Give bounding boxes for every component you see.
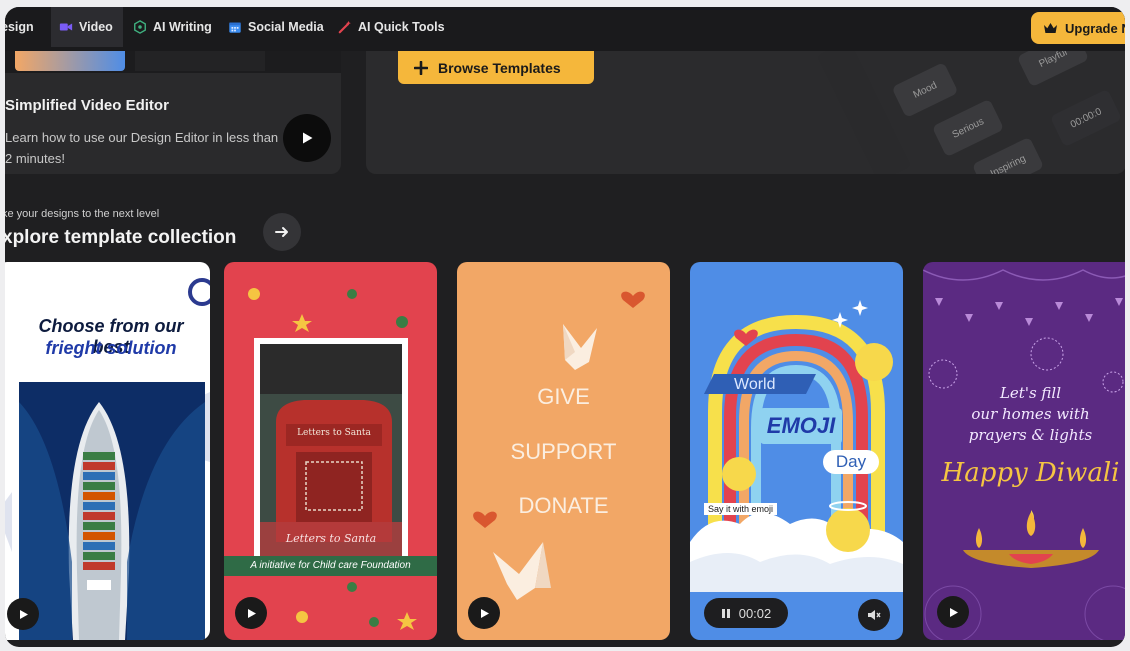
section-title: xplore template collection	[5, 227, 237, 248]
play-template-button[interactable]	[937, 596, 969, 628]
template-card-freight[interactable]: Choose from our best frieght solution	[5, 262, 210, 640]
diwali-line-1: Let's fill	[999, 384, 1062, 402]
mute-button[interactable]	[858, 599, 890, 631]
play-icon	[480, 608, 489, 618]
mock-key-inspiring: Inspiring	[971, 136, 1045, 174]
freight-subheadline: frieght solution	[45, 338, 177, 358]
play-icon	[247, 608, 256, 618]
play-video-button[interactable]	[283, 114, 331, 162]
top-nav: esign Video AI Writing Social Media AI Q…	[5, 7, 1125, 51]
mock-key-mood: Mood	[891, 62, 959, 118]
nav-item-label: AI Writing	[153, 20, 212, 34]
mailbox-label: Letters to Santa	[297, 428, 371, 438]
support-word-give: GIVE	[537, 384, 590, 409]
nav-item-label: AI Quick Tools	[358, 20, 445, 34]
nav-item-label: Video	[79, 20, 113, 34]
nav-item-ai-quick-tools[interactable]: AI Quick Tools	[338, 7, 445, 47]
app-frame: esign Video AI Writing Social Media AI Q…	[5, 7, 1125, 647]
diwali-line-3: prayers & lights	[968, 426, 1093, 444]
video-timer-pill[interactable]: 00:02	[704, 598, 788, 628]
video-card-title: Simplified Video Editor	[5, 97, 169, 114]
play-icon	[19, 609, 28, 619]
diwali-line-2: our homes with	[971, 405, 1090, 423]
nav-item-design[interactable]: esign	[5, 7, 51, 47]
crown-icon	[1044, 23, 1057, 33]
nav-item-ai-writing[interactable]: AI Writing	[133, 7, 212, 47]
santa-banner: A initiative for Child care Foundation	[250, 560, 411, 571]
nav-item-video[interactable]: Video	[51, 7, 123, 47]
calendar-icon	[229, 22, 241, 33]
mock-key-playful: Playful	[1016, 51, 1090, 88]
explore-arrow-button[interactable]	[263, 213, 301, 251]
play-icon	[949, 607, 958, 617]
video-thumbnail	[5, 51, 341, 73]
pause-icon	[721, 608, 730, 618]
nav-item-social-media[interactable]: Social Media	[228, 7, 324, 47]
support-word-support: SUPPORT	[510, 439, 617, 464]
santa-caption: Letters to Santa	[285, 532, 377, 545]
browse-templates-button[interactable]: Browse Templates	[398, 51, 594, 84]
plus-icon	[414, 60, 428, 75]
support-word-donate: DONATE	[518, 493, 609, 518]
browse-templates-label: Browse Templates	[438, 59, 561, 76]
template-card-santa[interactable]: Letters to Santa Letters to Santa A init…	[224, 262, 437, 640]
mute-icon	[868, 610, 881, 620]
template-card-emoji[interactable]: World EMOJI Day Say it with emoji 00:02	[690, 262, 903, 640]
template-card-diwali[interactable]: Let's fill our homes with prayers & ligh…	[923, 262, 1125, 640]
play-icon	[303, 132, 313, 144]
emoji-title-label: EMOJI	[760, 408, 842, 444]
emoji-day-label: Day	[823, 450, 879, 474]
emoji-say-label: Say it with emoji	[704, 503, 778, 515]
emoji-world-label: World	[734, 376, 776, 393]
editor-mockup-illustration: Mood Playful Serious Inspiring 00:00:0	[817, 51, 1125, 174]
mock-key-timecode: 00:00:0	[1049, 88, 1123, 148]
nav-item-label: Social Media	[248, 20, 324, 34]
upgrade-label: Upgrade N	[1065, 20, 1125, 36]
arrow-right-icon	[275, 227, 288, 237]
video-camera-icon	[59, 23, 73, 31]
diwali-artwork	[923, 269, 1125, 640]
section-subtitle: ke your designs to the next level	[5, 208, 160, 220]
magic-wand-icon	[338, 20, 351, 34]
diwali-headline: Happy Diwali	[941, 458, 1120, 488]
nav-item-label: esign	[5, 20, 34, 34]
mock-key-serious: Serious	[931, 98, 1005, 158]
play-template-button[interactable]	[468, 597, 500, 629]
video-card-description: Learn how to use our Design Editor in le…	[5, 130, 279, 166]
play-template-button[interactable]	[235, 597, 267, 629]
upgrade-button[interactable]: Upgrade N	[1031, 12, 1125, 44]
play-template-button[interactable]	[7, 598, 39, 630]
video-editor-card[interactable]: Simplified Video Editor Learn how to use…	[5, 51, 341, 174]
ai-writing-icon	[134, 20, 146, 34]
templates-promo-card: Browse Templates Mood Playful Serious In…	[366, 51, 1125, 174]
template-card-support[interactable]: GIVE SUPPORT DONATE	[457, 262, 670, 640]
video-time: 00:02	[738, 605, 772, 621]
santa-artwork	[224, 288, 437, 630]
